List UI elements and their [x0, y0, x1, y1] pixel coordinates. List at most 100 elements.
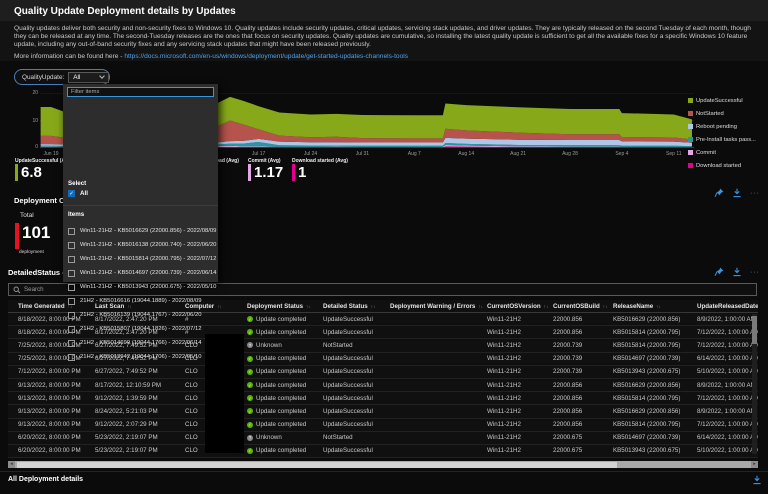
sort-icon[interactable]: ↑↓	[656, 304, 661, 309]
y-tick-20: 20	[32, 90, 38, 96]
cell-currentosbuild: 22000.739	[553, 355, 583, 363]
filter-value: All	[73, 73, 81, 81]
dropdown-item[interactable]: 21H2 - KB5016139 (19044.1767) - 2022/06/…	[68, 308, 216, 322]
sort-icon[interactable]: ↑↓	[478, 304, 483, 309]
table-row[interactable]: 7/12/2022, 8:00:00 PM 6/27/2022, 7:49:52 …	[8, 366, 758, 379]
sort-icon[interactable]: ↑↓	[217, 304, 222, 309]
column-header[interactable]: CurrentOSVersion ↑↓	[487, 303, 553, 310]
dropdown-item-label: Win11-21H2 - KB5015814 (22000.795) - 202…	[80, 256, 217, 262]
column-header[interactable]: ReleaseName ↑↓	[613, 303, 697, 310]
column-header[interactable]: CurrentOSBuild ↑↓	[553, 303, 613, 310]
column-header[interactable]: Detailed Status ↑↓	[323, 303, 390, 310]
checkbox-icon[interactable]	[68, 283, 75, 291]
legend-label: UpdateSuccessful	[696, 97, 743, 104]
cell-currentosversion: Win11-21H2	[487, 315, 521, 323]
checkbox-icon[interactable]	[68, 325, 75, 333]
status-label: Update completed	[256, 407, 307, 415]
cell-currentosbuild: 22000.739	[553, 341, 583, 349]
dropdown-item-label: 21H2 - KB5014699 (19044.1766) - 2022/06/…	[80, 340, 202, 346]
cell-updatereleaseddate: 5/10/2022, 1:00:00 AM	[697, 447, 758, 455]
column-header[interactable]: UpdateReleasedDate↑↓	[697, 303, 758, 310]
ellipsis-menu-icon[interactable]: ···	[750, 190, 760, 197]
cell-last-scan: 5/23/2022, 2:19:07 PM	[95, 447, 158, 455]
checkbox-icon[interactable]	[68, 227, 75, 235]
download-icon[interactable]	[732, 267, 742, 277]
cell-detailed-status: UpdateSuccessful	[323, 447, 373, 455]
checkbox-icon[interactable]	[68, 297, 75, 305]
sort-icon[interactable]: ↑↓	[306, 304, 311, 309]
column-header[interactable]: Deployment Warning / Errors ↑↓	[390, 303, 487, 310]
horizontal-scrollbar[interactable]: ◂ ▸	[8, 461, 758, 468]
checked-checkbox-icon[interactable]: ✓	[68, 190, 75, 197]
dropdown-item[interactable]: 21H2 - KB5013942 (19044.1706) - 2022/05/…	[68, 350, 216, 364]
dropdown-item[interactable]: 21H2 - KB5016616 (19044.1889) - 2022/08/…	[68, 294, 216, 308]
horizontal-scrollbar-thumb[interactable]	[17, 461, 617, 468]
checkbox-icon[interactable]	[68, 339, 75, 347]
scroll-left-arrow[interactable]: ◂	[8, 461, 15, 468]
dropdown-filter-input[interactable]	[67, 87, 214, 97]
dropdown-select-all[interactable]: ✓ All	[68, 190, 88, 197]
cell-updatereleaseddate: 7/12/2022, 1:00:00 AM	[697, 421, 758, 429]
chart-legend[interactable]: UpdateSuccessful NotStarted Reboot pending…	[688, 94, 756, 172]
cell-currentosbuild: 22000.856	[553, 328, 583, 336]
cell-last-scan: 9/12/2022, 1:39:59 PM	[95, 394, 158, 402]
tile-bar	[248, 164, 251, 181]
legend-item[interactable]: Commit	[688, 146, 756, 159]
column-header[interactable]: Deployment Status ↑↓	[247, 303, 323, 310]
legend-item[interactable]: Download started	[688, 159, 756, 172]
pin-icon[interactable]	[714, 188, 724, 198]
cell-updatereleaseddate: 8/9/2022, 1:00:00 AM	[697, 315, 756, 323]
page-description: Quality updates deliver both security an…	[14, 25, 751, 48]
cell-releasename: KB5015814 (22000.795)	[613, 394, 681, 402]
dropdown-item[interactable]: Win11-21H2 - KB5015814 (22000.795) - 202…	[68, 252, 216, 266]
cell-deployment-status: ✓ Update completed	[247, 382, 323, 389]
checkbox-icon[interactable]	[68, 241, 75, 249]
filter-dropdown-control[interactable]: All	[68, 71, 109, 83]
table-row[interactable]: 6/20/2022, 8:00:00 PM 5/23/2022, 2:19:07 …	[8, 432, 758, 445]
ellipsis-menu-icon[interactable]: ···	[750, 269, 760, 276]
download-icon[interactable]	[732, 188, 742, 198]
dropdown-item[interactable]: Win11-21H2 - KB5013943 (22000.675) - 202…	[68, 280, 216, 294]
sort-icon[interactable]: ↑↓	[544, 304, 549, 309]
checkbox-icon[interactable]	[68, 311, 75, 319]
tile-bar	[15, 164, 18, 181]
dropdown-item[interactable]: 21H2 - KB5015807 (19044.1826) - 2022/07/…	[68, 322, 216, 336]
more-info-link[interactable]: https://docs.microsoft.com/en-us/windows…	[124, 53, 408, 60]
status-label: Update completed	[256, 394, 307, 402]
dropdown-item[interactable]: Win11-21H2 - KB5016138 (22000.740) - 202…	[68, 238, 216, 252]
legend-swatch-icon	[688, 124, 693, 129]
legend-item[interactable]: NotStarted	[688, 107, 756, 120]
sort-icon[interactable]: ↑↓	[603, 304, 608, 309]
table-row[interactable]: 6/20/2022, 8:00:00 PM 5/23/2022, 2:19:07 …	[8, 445, 758, 459]
table-row[interactable]: 9/13/2022, 8:00:00 PM 8/17/2022, 12:10:59…	[8, 379, 758, 393]
vertical-scrollbar[interactable]	[752, 314, 757, 454]
cell-time-generated: 9/13/2022, 8:00:00 PM	[18, 421, 81, 429]
legend-item[interactable]: UpdateSuccessful	[688, 94, 756, 107]
sort-icon[interactable]: ↑↓	[371, 304, 376, 309]
legend-item[interactable]: Pre-Install tasks pass...	[688, 133, 756, 146]
vertical-scrollbar-thumb[interactable]	[752, 316, 757, 344]
checkbox-icon[interactable]	[68, 255, 75, 263]
download-icon[interactable]	[752, 475, 762, 485]
status-check-icon: ✓	[247, 408, 253, 415]
dropdown-item[interactable]: Win11-21H2 - KB5016629 (22000.856) - 202…	[68, 224, 216, 238]
cell-currentosversion: Win11-21H2	[487, 447, 521, 455]
column-header-label: ReleaseName	[613, 302, 654, 310]
legend-item[interactable]: Reboot pending	[688, 120, 756, 133]
quality-update-filter[interactable]: QualityUpdate: All	[14, 69, 110, 85]
checkbox-icon[interactable]	[68, 353, 75, 361]
pin-icon[interactable]	[714, 267, 724, 277]
scroll-right-arrow[interactable]: ▸	[751, 461, 758, 468]
dropdown-item[interactable]: 21H2 - KB5014699 (19044.1766) - 2022/06/…	[68, 336, 216, 350]
cell-updatereleaseddate: 5/10/2022, 1:00:00 AM	[697, 368, 758, 376]
checkbox-icon[interactable]	[68, 269, 75, 277]
detailed-status-heading: DetailedStatus - 1	[8, 268, 71, 277]
table-row[interactable]: 9/13/2022, 8:00:00 PM 9/12/2022, 2:07:29 …	[8, 419, 758, 432]
cell-currentosversion: Win11-21H2	[487, 368, 521, 376]
table-row[interactable]: 9/13/2022, 8:00:00 PM 8/24/2022, 5:21:03 …	[8, 405, 758, 419]
table-row[interactable]: 9/13/2022, 8:00:00 PM 9/12/2022, 1:39:59 …	[8, 392, 758, 406]
dropdown-item-label: 21H2 - KB5016139 (19044.1767) - 2022/06/…	[80, 312, 202, 318]
cell-detailed-status: UpdateSuccessful	[323, 328, 373, 336]
cell-deployment-status: ✓ Update completed	[247, 368, 323, 375]
dropdown-item[interactable]: Win11-21H2 - KB5014697 (22000.739) - 202…	[68, 266, 216, 280]
